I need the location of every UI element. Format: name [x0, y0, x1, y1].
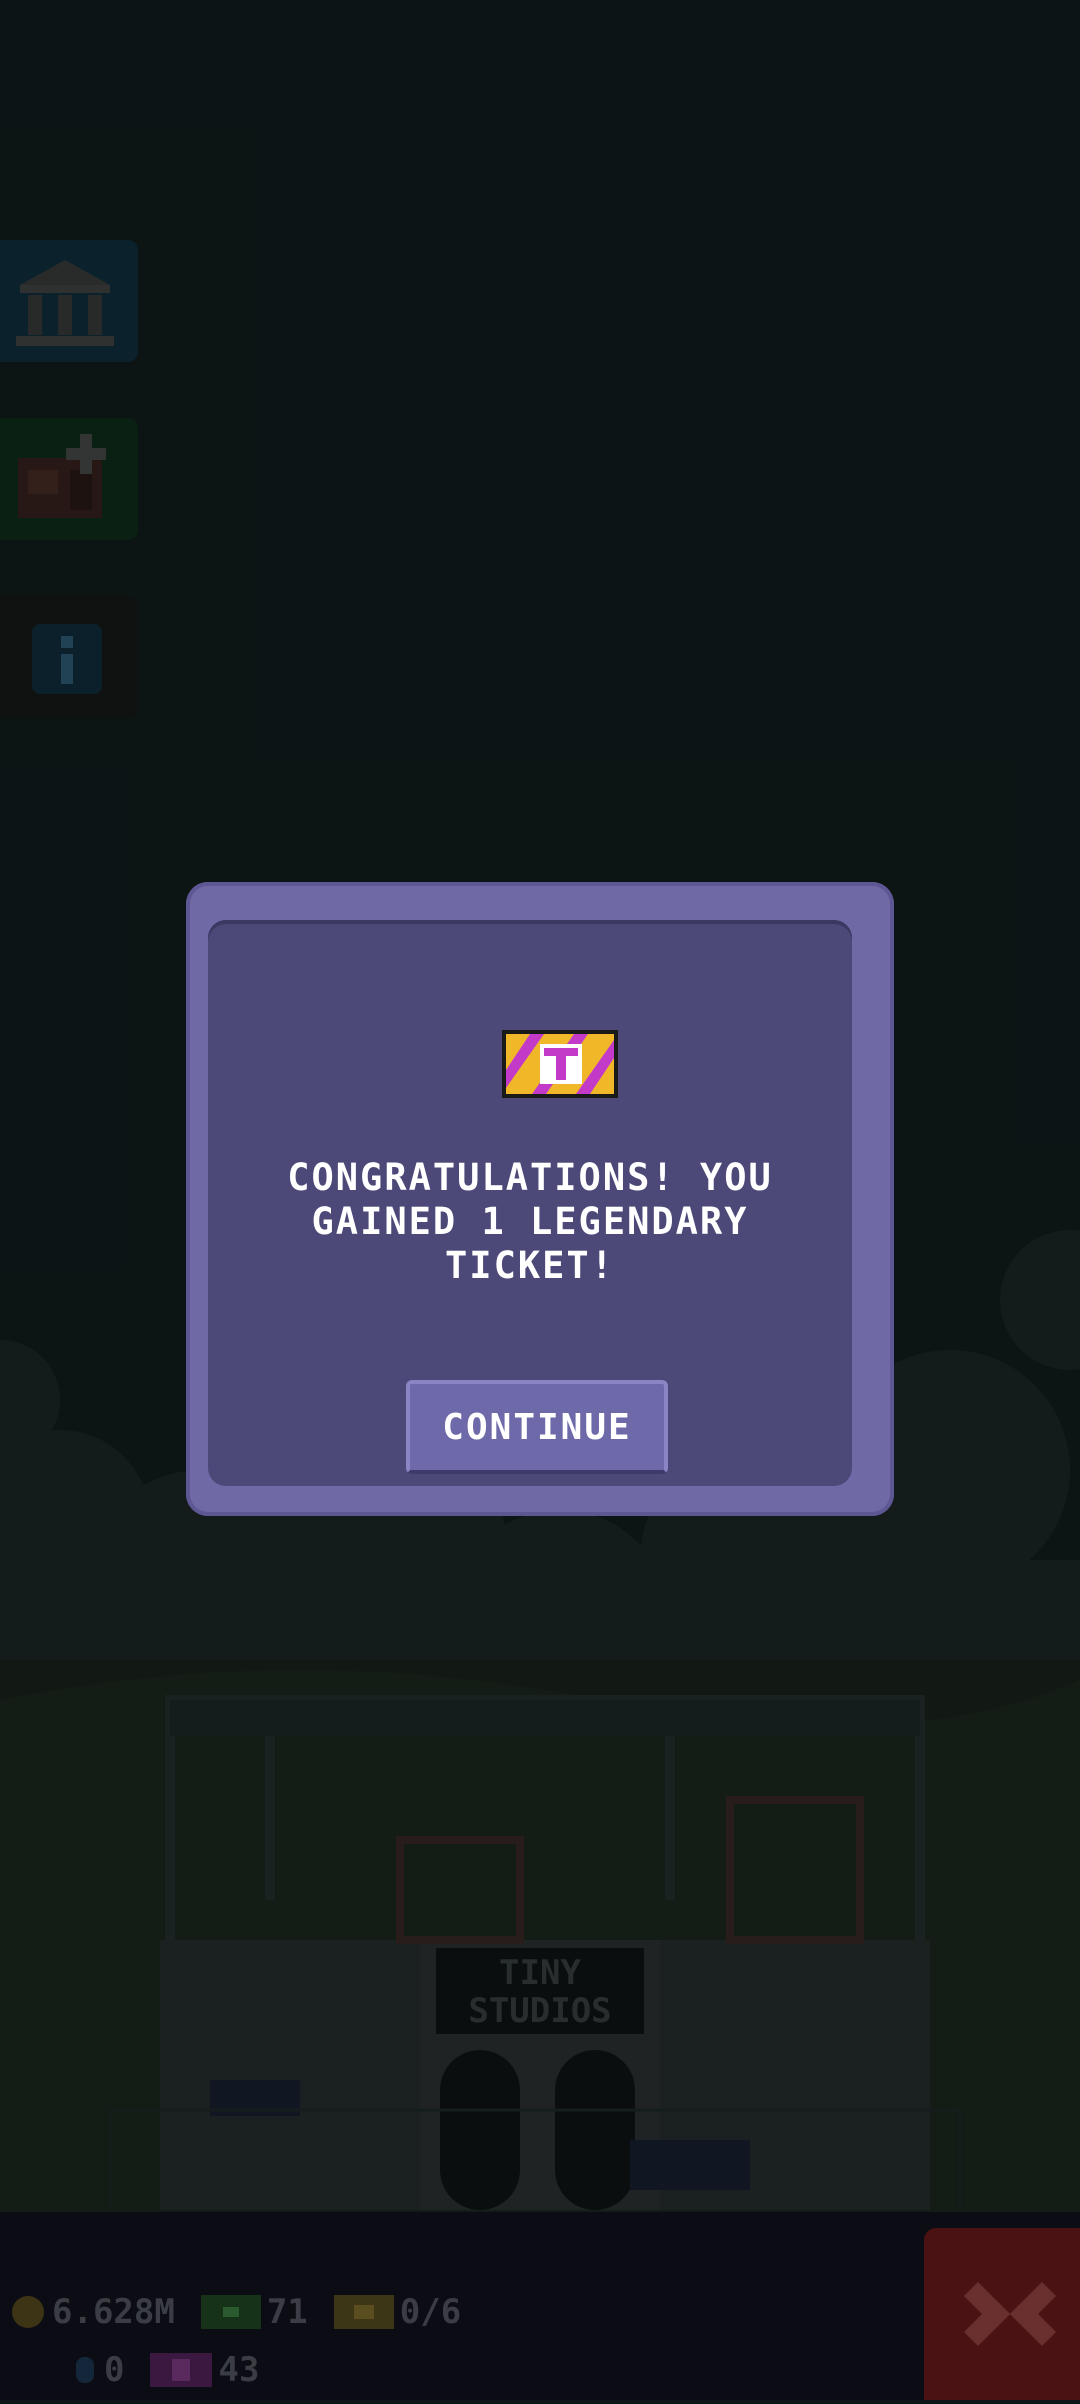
reward-dialog: T CONGRATULATIONS! YOU GAINED 1 LEGENDAR…: [186, 882, 894, 1516]
build-floor-icon: [18, 434, 106, 518]
bux-icon: [200, 2295, 261, 2329]
bux-value: 71: [266, 2292, 308, 2332]
bottom-hud: 6.628M 71 0/6 0 43: [0, 2212, 1080, 2400]
build-floor-button[interactable]: [0, 418, 138, 540]
ticket-progress-counter[interactable]: 0/6: [333, 2292, 462, 2332]
reward-message: CONGRATULATIONS! YOU GAINED 1 LEGENDARY …: [287, 1156, 773, 1287]
building-sign-line1: TINY: [499, 1953, 581, 1993]
info-icon: [32, 624, 102, 694]
legendary-ticket-small-icon: [150, 2353, 213, 2387]
continue-button[interactable]: CONTINUE: [406, 1380, 668, 1474]
close-button[interactable]: [924, 2228, 1080, 2400]
bank-button[interactable]: [0, 240, 138, 362]
close-icon: [964, 2282, 1056, 2346]
hud-secondary-row: 0 43: [72, 2350, 285, 2390]
reward-dialog-panel: T CONGRATULATIONS! YOU GAINED 1 LEGENDAR…: [208, 920, 852, 1486]
bux-counter[interactable]: 71: [200, 2292, 308, 2332]
bank-icon: [16, 260, 114, 346]
coin-icon: [12, 2296, 44, 2328]
ticket-progress-value: 0/6: [399, 2292, 462, 2332]
info-button[interactable]: [0, 596, 138, 718]
legendary-ticket-counter[interactable]: 43: [150, 2350, 259, 2390]
building-sign-line2: STUDIOS: [468, 1991, 611, 2031]
legendary-ticket-icon: T: [502, 1030, 618, 1098]
coins-value: 6.628M: [52, 2292, 175, 2332]
ticket-icon: [333, 2295, 394, 2329]
hud-currency-row: 6.628M 71 0/6: [10, 2292, 487, 2332]
legendary-ticket-value: 43: [218, 2350, 260, 2390]
gems-value: 0: [104, 2350, 125, 2390]
coins-counter[interactable]: 6.628M: [10, 2292, 175, 2332]
gem-icon: [76, 2357, 94, 2383]
gems-counter[interactable]: 0: [72, 2350, 124, 2390]
